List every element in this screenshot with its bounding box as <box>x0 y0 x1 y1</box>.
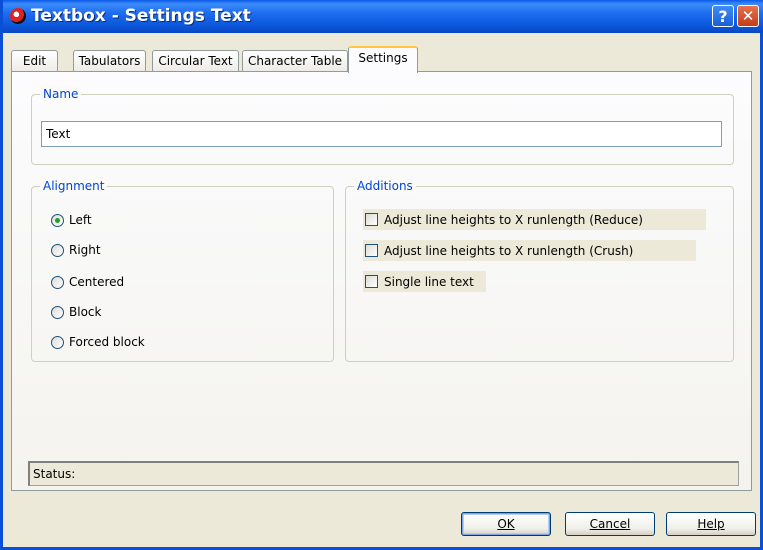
settings-panel: Name Alignment Left Right Centered Block… <box>11 71 752 491</box>
name-input[interactable] <box>41 121 722 147</box>
tab-circular-text[interactable]: Circular Text <box>152 50 239 72</box>
radio-centered[interactable]: Centered <box>51 273 124 291</box>
radio-block[interactable]: Block <box>51 303 101 321</box>
radio-label-forced-block: Forced block <box>69 335 145 349</box>
name-group: Name <box>31 87 734 165</box>
alignment-group: Alignment Left Right Centered Block Forc… <box>31 179 334 362</box>
help-button-label: Help <box>697 517 725 531</box>
radio-button[interactable] <box>51 213 64 227</box>
status-bar: Status: <box>28 461 739 486</box>
check-reduce[interactable]: Adjust line heights to X runlength (Redu… <box>363 209 706 230</box>
radio-label-right: Right <box>69 243 101 257</box>
tab-character-table[interactable]: Character Table <box>242 50 348 72</box>
radio-button[interactable] <box>51 335 64 349</box>
help-button[interactable]: Help <box>666 512 756 536</box>
check-single-line[interactable]: Single line text <box>363 271 486 292</box>
check-label-crush: Adjust line heights to X runlength (Crus… <box>384 243 634 258</box>
radio-right[interactable]: Right <box>51 241 101 259</box>
ok-button-label: OK <box>497 517 515 531</box>
tab-settings[interactable]: Settings <box>348 46 418 73</box>
additions-group: Additions Adjust line heights to X runle… <box>345 179 734 362</box>
radio-label-centered: Centered <box>69 275 125 289</box>
radio-button[interactable] <box>51 275 64 289</box>
help-icon[interactable]: ? <box>712 5 734 27</box>
check-crush[interactable]: Adjust line heights to X runlength (Crus… <box>363 240 696 261</box>
radio-button[interactable] <box>51 305 64 319</box>
tab-tabulators[interactable]: Tabulators <box>73 50 146 72</box>
ok-button[interactable]: OK <box>461 512 551 536</box>
cancel-button[interactable]: Cancel <box>565 512 655 536</box>
check-label-single-line: Single line text <box>384 274 474 289</box>
title-bar[interactable]: Textbox - Settings Text ? ✕ <box>3 0 763 33</box>
additions-group-label: Additions <box>354 179 416 193</box>
radio-label-left: Left <box>69 213 92 227</box>
checkbox[interactable] <box>365 244 378 257</box>
checkbox[interactable] <box>365 213 378 226</box>
window-title: Textbox - Settings Text <box>31 6 251 26</box>
cancel-button-label: Cancel <box>589 517 631 531</box>
check-label-reduce: Adjust line heights to X runlength (Redu… <box>384 212 643 227</box>
name-group-label: Name <box>40 87 82 101</box>
alignment-group-label: Alignment <box>40 179 108 193</box>
app-icon <box>10 8 26 24</box>
radio-button[interactable] <box>51 243 64 257</box>
radio-label-block: Block <box>69 305 102 319</box>
tab-edit[interactable]: Edit <box>11 50 58 72</box>
radio-forced-block[interactable]: Forced block <box>51 333 145 351</box>
close-icon[interactable]: ✕ <box>737 5 759 27</box>
checkbox[interactable] <box>365 275 378 288</box>
radio-left[interactable]: Left <box>51 211 92 229</box>
